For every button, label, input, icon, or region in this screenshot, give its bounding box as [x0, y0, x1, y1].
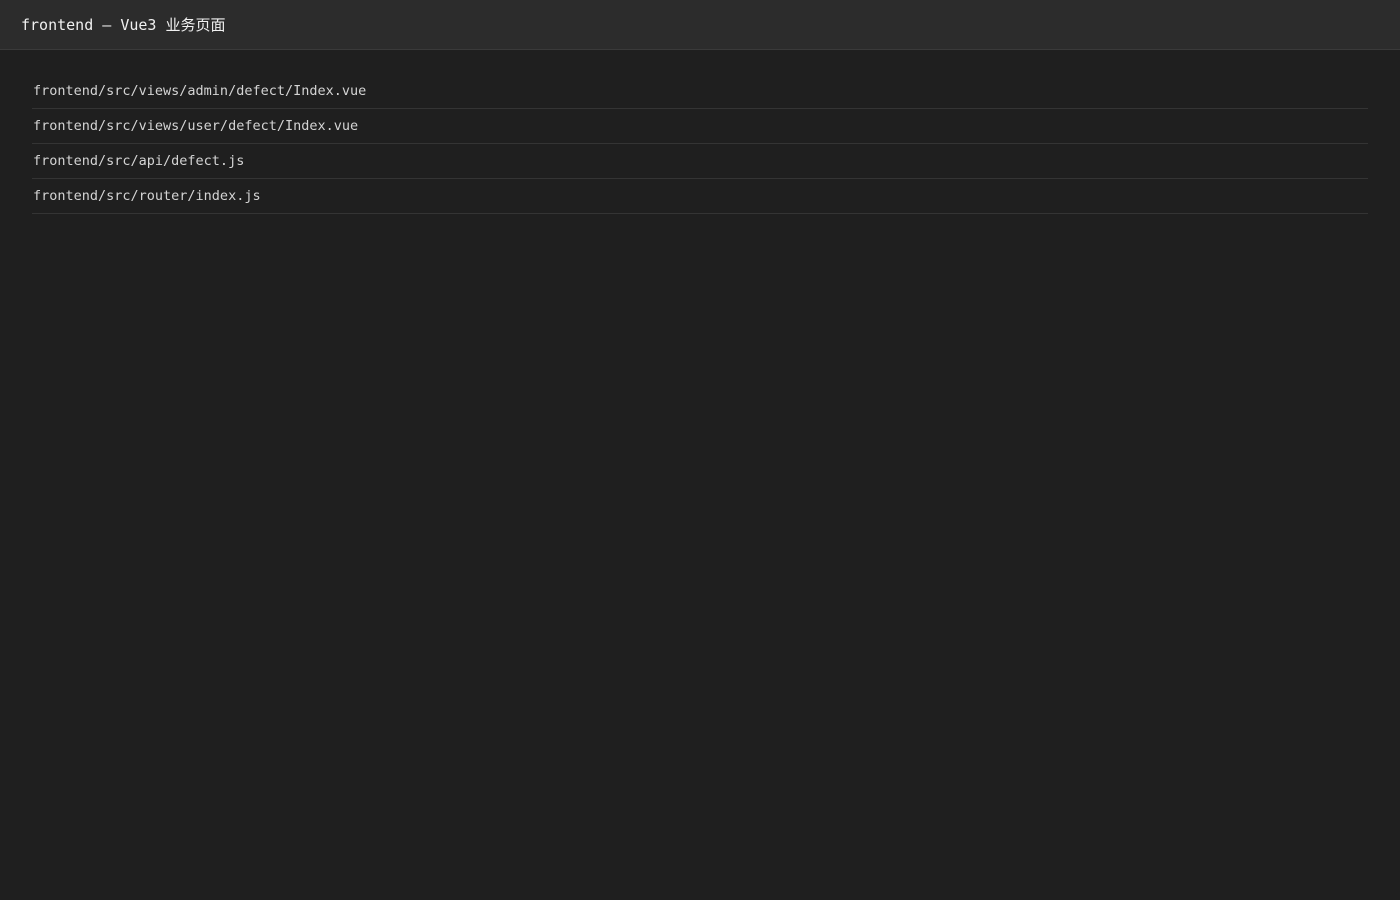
file-item-admin-defect-index[interactable]: frontend/src/views/admin/defect/Index.vu…: [32, 74, 1368, 109]
file-item-user-defect-index[interactable]: frontend/src/views/user/defect/Index.vue: [32, 109, 1368, 144]
file-list: frontend/src/views/admin/defect/Index.vu…: [32, 74, 1368, 214]
file-item-api-defect[interactable]: frontend/src/api/defect.js: [32, 144, 1368, 179]
page-title: frontend — Vue3 业务页面: [21, 16, 226, 34]
title-bar: frontend — Vue3 业务页面: [0, 0, 1400, 50]
file-item-router-index[interactable]: frontend/src/router/index.js: [32, 179, 1368, 214]
app-window: frontend — Vue3 业务页面 frontend/src/views/…: [0, 0, 1400, 900]
